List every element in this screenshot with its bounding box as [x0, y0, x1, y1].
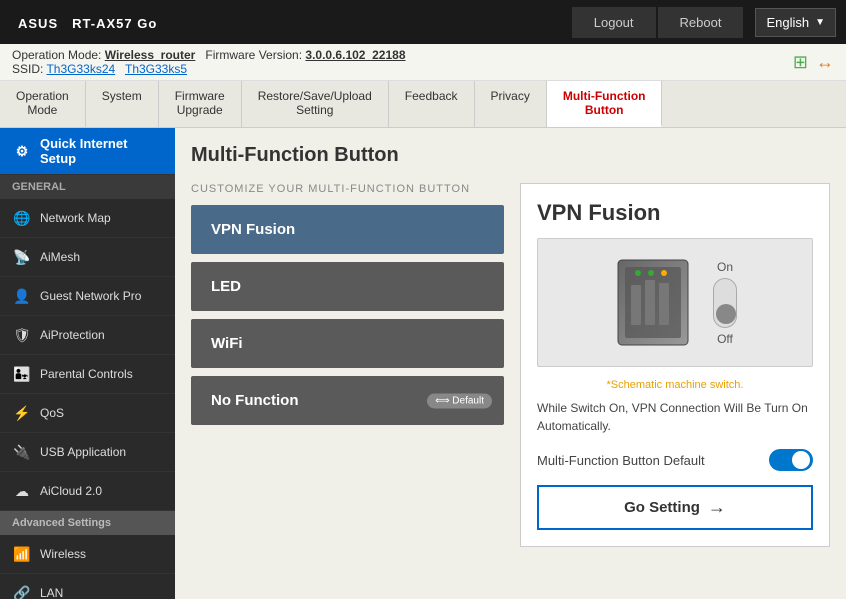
- mf-option-no-function[interactable]: No Function ⟺ Default: [191, 376, 504, 425]
- content-area: Multi-Function Button CUSTOMIZE YOUR MUL…: [175, 128, 846, 599]
- sidebar-item-aiprotection[interactable]: 🛡 AiProtection: [0, 316, 175, 355]
- mf-layout: CUSTOMIZE YOUR MULTI-FUNCTION BUTTON VPN…: [191, 183, 830, 547]
- sidebar-item-lan[interactable]: 🔗 LAN: [0, 574, 175, 599]
- go-setting-label: Go Setting: [624, 499, 700, 516]
- lan-icon: 🔗: [12, 583, 32, 599]
- sidebar-item-parental-controls[interactable]: 👨‍👧 Parental Controls: [0, 355, 175, 394]
- sidebar-item-label: Wireless: [40, 547, 86, 561]
- firmware-label: Firmware Version:: [205, 48, 302, 62]
- vpn-description: While Switch On, VPN Connection Will Be …: [537, 399, 813, 435]
- parental-controls-icon: 👨‍👧: [12, 364, 32, 384]
- mf-option-label: WiFi: [211, 335, 243, 352]
- info-bar: Operation Mode: Wireless_router Firmware…: [0, 44, 846, 81]
- vpn-fusion-title: VPN Fusion: [537, 200, 813, 226]
- main-layout: ⚙ Quick Internet Setup General 🌐 Network…: [0, 128, 846, 599]
- language-selector[interactable]: English ▼: [755, 8, 836, 37]
- toggle-switch[interactable]: [713, 278, 737, 328]
- ssid2-link[interactable]: Th3G33ks5: [125, 62, 187, 76]
- ssid1-link[interactable]: Th3G33ks24: [46, 62, 115, 76]
- go-arrow-icon: →: [708, 497, 726, 518]
- header: ASUS RT-AX57 Go Logout Reboot English ▼: [0, 0, 846, 44]
- page-title: Multi-Function Button: [191, 144, 830, 167]
- tab-feedback[interactable]: Feedback: [389, 81, 475, 127]
- tab-operation-mode[interactable]: OperationMode: [0, 81, 86, 127]
- info-icons: ⊞ ↔: [793, 52, 834, 73]
- mf-toggle-knob: [792, 451, 810, 469]
- network-map-icon: 🌐: [12, 208, 32, 228]
- mf-option-label: No Function: [211, 392, 298, 409]
- guest-network-icon: 👤: [12, 286, 32, 306]
- mf-toggle-switch[interactable]: [769, 449, 813, 471]
- tab-restore-save[interactable]: Restore/Save/UploadSetting: [242, 81, 389, 127]
- aimesh-icon: 📡: [12, 247, 32, 267]
- tab-privacy[interactable]: Privacy: [475, 81, 547, 127]
- switch-off-label: Off: [717, 332, 733, 346]
- mf-default-row: Multi-Function Button Default: [537, 449, 813, 471]
- operation-mode-value[interactable]: Wireless_router: [105, 48, 196, 62]
- network-icon[interactable]: ⊞: [793, 52, 808, 73]
- sidebar-item-label: Guest Network Pro: [40, 289, 141, 303]
- mf-option-label: LED: [211, 278, 241, 295]
- language-label: English: [766, 15, 809, 30]
- mf-option-label: VPN Fusion: [211, 221, 295, 238]
- mf-option-led[interactable]: LED: [191, 262, 504, 311]
- toggle-knob: [716, 304, 736, 324]
- tab-multi-function[interactable]: Multi-FunctionButton: [547, 81, 663, 127]
- qos-icon: ⚡: [12, 403, 32, 423]
- mf-left-panel: CUSTOMIZE YOUR MULTI-FUNCTION BUTTON VPN…: [191, 183, 504, 547]
- router-visual: On Off: [537, 238, 813, 367]
- signal-icon[interactable]: ↔: [816, 52, 834, 73]
- sidebar-item-label: LAN: [40, 586, 63, 599]
- info-bar-text: Operation Mode: Wireless_router Firmware…: [12, 48, 406, 76]
- quick-setup-icon: ⚙: [12, 141, 32, 161]
- quick-setup-label: Quick Internet Setup: [40, 136, 163, 166]
- go-setting-button[interactable]: Go Setting →: [537, 485, 813, 530]
- switch-on-label: On: [717, 260, 733, 274]
- tabs-bar: OperationMode System FirmwareUpgrade Res…: [0, 81, 846, 128]
- sidebar-item-usb-application[interactable]: 🔌 USB Application: [0, 433, 175, 472]
- sidebar-item-label: Parental Controls: [40, 367, 133, 381]
- sidebar-item-label: USB Application: [40, 445, 126, 459]
- logo-model: RT-AX57 Go: [72, 16, 157, 31]
- operation-mode-label: Operation Mode:: [12, 48, 101, 62]
- logout-button[interactable]: Logout: [572, 7, 656, 38]
- mf-option-vpn-fusion[interactable]: VPN Fusion: [191, 205, 504, 254]
- mf-right-panel: VPN Fusion: [520, 183, 830, 547]
- sidebar-general-section: General: [0, 175, 175, 199]
- sidebar-item-quick-setup[interactable]: ⚙ Quick Internet Setup: [0, 128, 175, 175]
- tab-system[interactable]: System: [86, 81, 159, 127]
- header-tabs: Logout Reboot English ▼: [572, 7, 836, 38]
- wireless-icon: 📶: [12, 544, 32, 564]
- sidebar-item-aimesh[interactable]: 📡 AiMesh: [0, 238, 175, 277]
- firmware-value[interactable]: 3.0.0.6.102_22188: [305, 48, 405, 62]
- sidebar-advanced-section: Advanced Settings: [0, 511, 175, 535]
- sidebar-item-label: AiCloud 2.0: [40, 484, 102, 498]
- sidebar-item-qos[interactable]: ⚡ QoS: [0, 394, 175, 433]
- usb-icon: 🔌: [12, 442, 32, 462]
- schematic-label: *Schematic machine switch.: [537, 379, 813, 391]
- sidebar-item-label: AiMesh: [40, 250, 80, 264]
- sidebar-item-aicloud[interactable]: ☁ AiCloud 2.0: [0, 472, 175, 511]
- sidebar-item-label: Network Map: [40, 211, 111, 225]
- tab-firmware-upgrade[interactable]: FirmwareUpgrade: [159, 81, 242, 127]
- sidebar-item-label: AiProtection: [40, 328, 105, 342]
- language-arrow-icon: ▼: [815, 17, 825, 28]
- aicloud-icon: ☁: [12, 481, 32, 501]
- sidebar-item-network-map[interactable]: 🌐 Network Map: [0, 199, 175, 238]
- mf-option-wifi[interactable]: WiFi: [191, 319, 504, 368]
- logo: ASUS RT-AX57 Go: [10, 12, 157, 33]
- default-badge: ⟺ Default: [427, 393, 492, 408]
- reboot-button[interactable]: Reboot: [658, 7, 744, 38]
- sidebar-item-label: QoS: [40, 406, 64, 420]
- sidebar-item-wireless[interactable]: 📶 Wireless: [0, 535, 175, 574]
- ssid-label: SSID:: [12, 62, 43, 76]
- sidebar-item-guest-network[interactable]: 👤 Guest Network Pro: [0, 277, 175, 316]
- aiprotection-icon: 🛡: [12, 325, 32, 345]
- customize-label: CUSTOMIZE YOUR MULTI-FUNCTION BUTTON: [191, 183, 504, 195]
- router-svg: [613, 255, 693, 350]
- switch-container: On Off: [713, 260, 737, 346]
- mf-default-label: Multi-Function Button Default: [537, 453, 705, 468]
- logo-asus: ASUS: [18, 16, 58, 31]
- sidebar: ⚙ Quick Internet Setup General 🌐 Network…: [0, 128, 175, 599]
